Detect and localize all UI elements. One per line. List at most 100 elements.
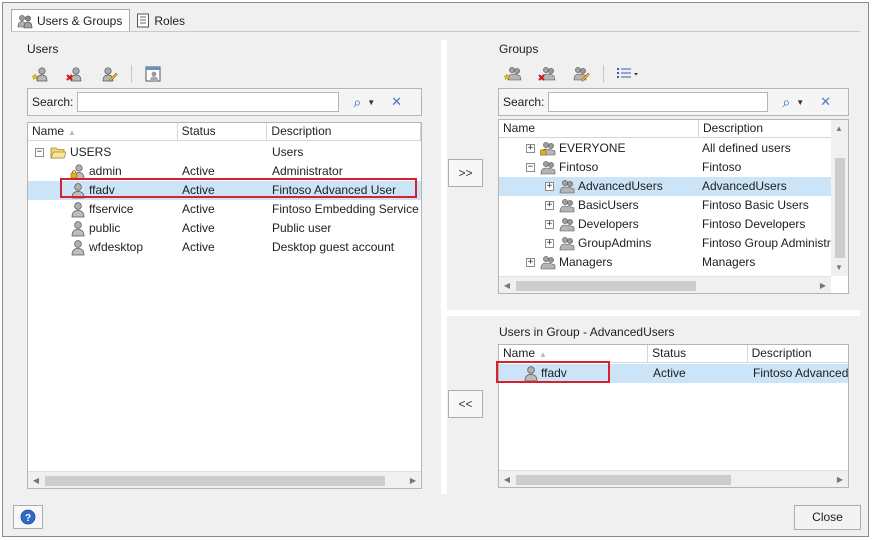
new-group-button[interactable] xyxy=(501,63,525,85)
search-icon[interactable]: ⌕ xyxy=(353,94,361,111)
scroll-up-icon[interactable]: ▲ xyxy=(831,120,847,137)
groups-vscrollbar[interactable]: ▲ ▼ xyxy=(831,120,848,276)
group-row[interactable]: + BasicUsers Fintoso Basic Users xyxy=(499,196,831,215)
group-row-description: Fintoso xyxy=(702,160,742,174)
scroll-right-icon[interactable]: ▶ xyxy=(405,472,421,488)
remove-from-group-button[interactable]: << xyxy=(448,390,483,418)
edit-user-button[interactable] xyxy=(97,63,121,85)
new-user-button[interactable] xyxy=(29,63,53,85)
scroll-right-icon[interactable]: ▶ xyxy=(815,277,831,293)
tab-roles[interactable]: Roles xyxy=(130,9,193,32)
users-row[interactable]: ffservice Active Fintoso Embedding Servi… xyxy=(28,200,421,219)
close-button[interactable]: Close xyxy=(794,505,861,530)
members-col-description[interactable]: Description xyxy=(748,345,848,363)
scroll-down-icon[interactable]: ▼ xyxy=(831,259,847,276)
members-hscroll-thumb[interactable] xyxy=(516,475,731,485)
highlight-box-ffadv xyxy=(60,178,417,198)
tab-users-groups[interactable]: Users & Groups xyxy=(11,9,131,32)
groups-toolbar xyxy=(501,62,642,86)
expand-icon[interactable]: + xyxy=(545,182,554,191)
expand-icon[interactable]: + xyxy=(545,239,554,248)
users-row-description: Fintoso Embedding Service Ac xyxy=(272,202,422,216)
group-row-description: Fintoso Basic Users xyxy=(702,198,809,212)
scroll-right-icon[interactable]: ▶ xyxy=(832,471,848,487)
tab-strip: Users & Groups Roles xyxy=(11,9,193,32)
edit-user-icon xyxy=(102,67,118,82)
search-icon[interactable]: ⌕ xyxy=(782,94,790,111)
group-row[interactable]: + GroupAdmins Fintoso Group Administrato xyxy=(499,234,833,253)
toolbar-separator xyxy=(131,65,132,83)
roles-icon xyxy=(137,13,150,28)
group-row[interactable]: − Fintoso Fintoso xyxy=(499,158,831,177)
group-row-name: Developers xyxy=(578,217,639,231)
edit-group-button[interactable] xyxy=(569,63,593,85)
groups-col-description[interactable]: Description xyxy=(699,120,833,138)
search-options-dropdown-icon[interactable]: ▼ xyxy=(796,98,804,107)
collapse-icon[interactable]: − xyxy=(526,163,535,172)
groups-grid-header: Name Description xyxy=(499,120,848,138)
users-search-input[interactable] xyxy=(77,92,340,112)
view-options-button[interactable] xyxy=(614,63,642,85)
group-row-description: Managers xyxy=(702,255,756,269)
users-row-description: Desktop guest account xyxy=(272,240,395,254)
users-row-status: Active xyxy=(182,202,215,216)
new-group-icon xyxy=(504,67,522,81)
expand-icon[interactable]: + xyxy=(545,201,554,210)
users-search-label: Search: xyxy=(32,95,74,109)
user-icon xyxy=(71,202,85,218)
scroll-left-icon[interactable]: ◀ xyxy=(499,277,515,293)
expand-icon[interactable]: + xyxy=(526,144,535,153)
users-hscrollbar[interactable]: ◀ ▶ xyxy=(28,471,421,488)
group-row[interactable]: + Managers Managers xyxy=(499,253,831,272)
users-row-name: public xyxy=(89,221,121,235)
group-row-selected[interactable]: + AdvancedUsers AdvancedUsers xyxy=(499,177,831,196)
help-button[interactable]: ? xyxy=(13,505,43,529)
group-icon xyxy=(559,180,575,194)
delete-user-icon xyxy=(66,67,82,82)
members-col-status[interactable]: Status xyxy=(648,345,748,363)
users-row-name: USERS xyxy=(70,145,112,159)
user-properties-button[interactable] xyxy=(142,63,166,85)
groups-search-input[interactable] xyxy=(548,92,769,112)
users-row-name: ffservice xyxy=(89,202,134,216)
collapse-icon[interactable]: − xyxy=(35,148,44,157)
expand-icon[interactable]: + xyxy=(545,220,554,229)
help-icon: ? xyxy=(20,509,36,525)
users-panel-title: Users xyxy=(27,42,59,56)
group-row[interactable]: + Developers Fintoso Developers xyxy=(499,215,831,234)
tab-roles-label: Roles xyxy=(154,13,186,28)
clear-search-icon[interactable]: ✕ xyxy=(820,94,831,110)
users-row[interactable]: public Active Public user xyxy=(28,219,421,238)
groups-search-bar: Search: ⌕ ▼ ✕ xyxy=(498,88,849,116)
search-options-dropdown-icon[interactable]: ▼ xyxy=(367,98,375,107)
users-hscroll-thumb[interactable] xyxy=(45,476,385,486)
groups-hscroll-thumb[interactable] xyxy=(516,281,696,291)
users-col-description[interactable]: Description xyxy=(267,123,421,141)
expand-icon[interactable]: + xyxy=(526,258,535,267)
group-icon xyxy=(540,161,556,175)
add-to-group-button[interactable]: >> xyxy=(448,159,483,187)
splitter-vertical[interactable] xyxy=(441,40,447,494)
groups-col-name[interactable]: Name xyxy=(499,120,699,138)
groups-vscroll-thumb[interactable] xyxy=(835,158,845,258)
users-col-status[interactable]: Status xyxy=(178,123,268,141)
users-row[interactable]: wfdesktop Active Desktop guest account xyxy=(28,238,421,257)
scroll-left-icon[interactable]: ◀ xyxy=(28,472,44,488)
members-hscrollbar[interactable]: ◀ ▶ xyxy=(499,470,848,487)
users-row-name: wfdesktop xyxy=(89,240,144,254)
delete-user-button[interactable] xyxy=(63,63,87,85)
scroll-left-icon[interactable]: ◀ xyxy=(499,471,515,487)
users-row[interactable]: − USERS Users xyxy=(28,143,421,162)
groups-hscrollbar[interactable]: ◀ ▶ xyxy=(499,276,831,293)
group-row[interactable]: + EVERYONE All defined users xyxy=(499,139,831,158)
clear-search-icon[interactable]: ✕ xyxy=(391,94,402,110)
group-row-description: AdvancedUsers xyxy=(702,179,787,193)
splitter-horizontal[interactable] xyxy=(443,310,860,316)
group-row-name: Fintoso xyxy=(559,160,599,174)
group-row-name: BasicUsers xyxy=(578,198,639,212)
users-grid-header: Name ▲ Status Description xyxy=(28,123,421,141)
groups-search-label: Search: xyxy=(503,95,545,109)
users-col-name[interactable]: Name ▲ xyxy=(28,123,178,141)
users-search-bar: Search: ⌕ ▼ ✕ xyxy=(27,88,422,116)
delete-group-button[interactable] xyxy=(535,63,559,85)
